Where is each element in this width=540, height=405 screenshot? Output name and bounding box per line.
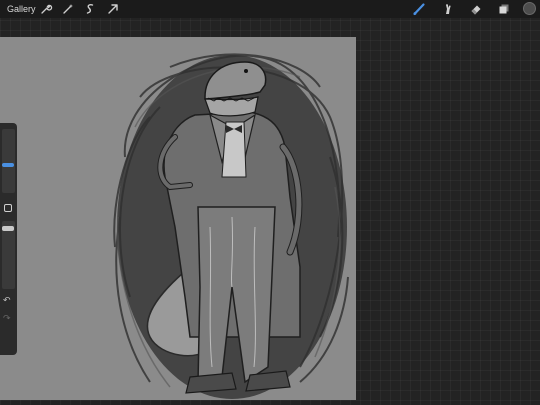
left-sidebar: ↶ ↷ bbox=[0, 123, 17, 355]
procreate-app: Gallery ↶ ↷ bbox=[0, 0, 540, 405]
drawing-canvas[interactable] bbox=[0, 37, 356, 400]
layers-icon[interactable] bbox=[497, 2, 511, 16]
opacity-handle[interactable] bbox=[2, 226, 14, 231]
undo-icon[interactable]: ↶ bbox=[3, 295, 11, 306]
color-picker-swatch[interactable] bbox=[523, 2, 536, 15]
top-toolbar: Gallery bbox=[0, 0, 540, 18]
wrench-icon[interactable] bbox=[39, 2, 53, 16]
modify-button[interactable] bbox=[4, 204, 12, 212]
brush-size-slider[interactable] bbox=[2, 129, 15, 193]
brush-size-handle[interactable] bbox=[2, 163, 14, 167]
eraser-icon[interactable] bbox=[469, 2, 483, 16]
artwork-crocodile-suit bbox=[113, 53, 349, 399]
redo-icon[interactable]: ↷ bbox=[3, 313, 11, 324]
magic-wand-icon[interactable] bbox=[61, 2, 75, 16]
gallery-button[interactable]: Gallery bbox=[7, 4, 36, 14]
brush-icon[interactable] bbox=[412, 2, 426, 16]
selection-icon[interactable] bbox=[83, 2, 97, 16]
transform-arrow-icon[interactable] bbox=[106, 2, 120, 16]
opacity-slider[interactable] bbox=[2, 221, 15, 289]
smudge-icon[interactable] bbox=[441, 2, 455, 16]
